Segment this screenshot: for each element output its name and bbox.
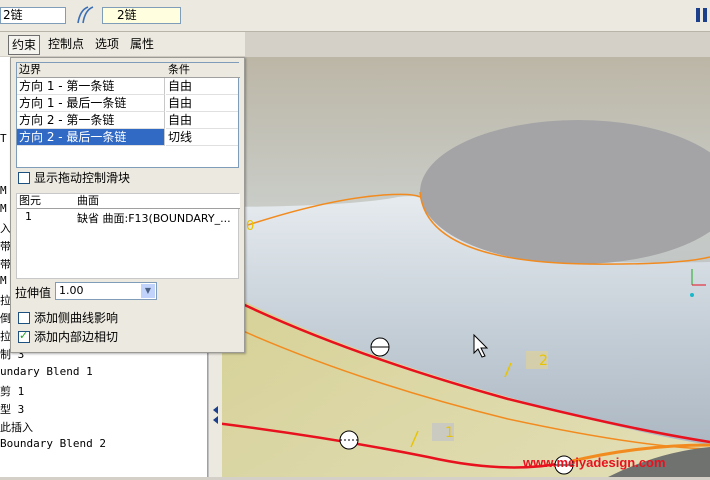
tree-item[interactable]: M <box>0 274 7 287</box>
constraints-panel: 边界 条件 方向 1 - 第一条链 自由 方向 1 - 最后一条链 自由 方向 … <box>10 57 245 353</box>
pause-icon[interactable] <box>696 8 708 22</box>
add-inner-tangent-checkbox[interactable] <box>18 329 30 343</box>
chain-collector-field[interactable]: 2链 <box>0 7 66 24</box>
tab-constraints[interactable]: 约束 <box>8 35 41 55</box>
stretch-value-label: 拉伸值 <box>15 286 52 300</box>
tree-item[interactable]: 型 3 <box>0 401 24 417</box>
stretch-value-dropdown[interactable]: 1.00 ▼ <box>55 282 157 300</box>
tab-strip: 约束 控制点 选项 属性 <box>0 32 245 56</box>
table-row[interactable]: 方向 2 - 第一条链 自由 <box>17 112 238 129</box>
boundary-cell[interactable]: 方向 1 - 最后一条链 <box>17 95 165 112</box>
column-header-entity[interactable]: 图元 <box>17 194 77 209</box>
entity-cell[interactable]: 1 <box>25 210 32 223</box>
dashboard-toolbar: 2链 2链 <box>0 0 710 32</box>
tree-item[interactable]: T <box>0 132 7 145</box>
boundary-table: 边界 条件 方向 1 - 第一条链 自由 方向 1 - 最后一条链 自由 方向 … <box>16 62 240 168</box>
tab-control-points[interactable]: 控制点 <box>45 35 87 53</box>
chain-label-1[interactable]: 1 <box>445 425 454 441</box>
table-row-selected[interactable]: 方向 2 - 最后一条链 切线 <box>17 129 238 146</box>
condition-cell[interactable]: 自由 <box>166 78 238 95</box>
tree-item[interactable]: M <box>0 184 7 197</box>
tab-options[interactable]: 选项 <box>92 35 122 53</box>
add-side-curve-label: 添加侧曲线影响 <box>34 311 119 325</box>
add-side-curve-checkbox[interactable] <box>18 312 30 324</box>
column-header-condition[interactable]: 条件 <box>166 63 240 78</box>
boundary-cell[interactable]: 方向 2 - 第一条链 <box>17 112 165 129</box>
surface-table: 图元 曲面 1 缺省 曲面:F13(BOUNDARY_... <box>16 193 240 279</box>
chain-label-0[interactable]: 0 <box>246 219 254 234</box>
boundary-cell[interactable]: 方向 1 - 第一条链 <box>17 78 165 95</box>
table-row[interactable]: 方向 1 - 第一条链 自由 <box>17 78 238 95</box>
column-header-surface[interactable]: 曲面 <box>75 194 240 209</box>
tree-scrollbar[interactable] <box>208 352 222 477</box>
tree-item[interactable]: Boundary Blend 2 <box>0 437 106 450</box>
watermark: www.meiyadesign.com <box>523 455 666 470</box>
condition-cell[interactable]: 自由 <box>166 112 238 129</box>
chain-icon[interactable] <box>74 4 98 26</box>
show-drag-handles-label: 显示拖动控制滑块 <box>34 171 131 185</box>
surface-cell[interactable]: 缺省 曲面:F13(BOUNDARY_... <box>77 210 231 226</box>
boundary-cell[interactable]: 方向 2 - 最后一条链 <box>17 129 165 146</box>
tree-item[interactable]: undary Blend 1 <box>0 365 93 378</box>
model-canvas[interactable]: 2 1 0 <box>208 57 710 477</box>
tree-item[interactable]: 此插入 <box>0 419 33 435</box>
tab-properties[interactable]: 属性 <box>127 35 157 53</box>
condition-cell[interactable]: 自由 <box>166 95 238 112</box>
chain-count-field[interactable]: 2链 <box>102 7 181 24</box>
chevron-down-icon[interactable]: ▼ <box>141 284 155 298</box>
table-row[interactable]: 方向 1 - 最后一条链 自由 <box>17 95 238 112</box>
column-header-boundary[interactable]: 边界 <box>17 63 168 78</box>
add-inner-tangent-label: 添加内部边相切 <box>34 330 119 344</box>
condition-cell[interactable]: 切线 <box>166 129 238 146</box>
graphics-viewport[interactable]: 2 1 0 <box>208 57 710 477</box>
chain-label-2[interactable]: 2 <box>539 353 548 369</box>
tree-item[interactable]: M <box>0 202 7 215</box>
stretch-value: 1.00 <box>59 284 84 297</box>
tree-item[interactable]: 剪 1 <box>0 383 24 399</box>
show-drag-handles-checkbox[interactable] <box>18 172 30 184</box>
